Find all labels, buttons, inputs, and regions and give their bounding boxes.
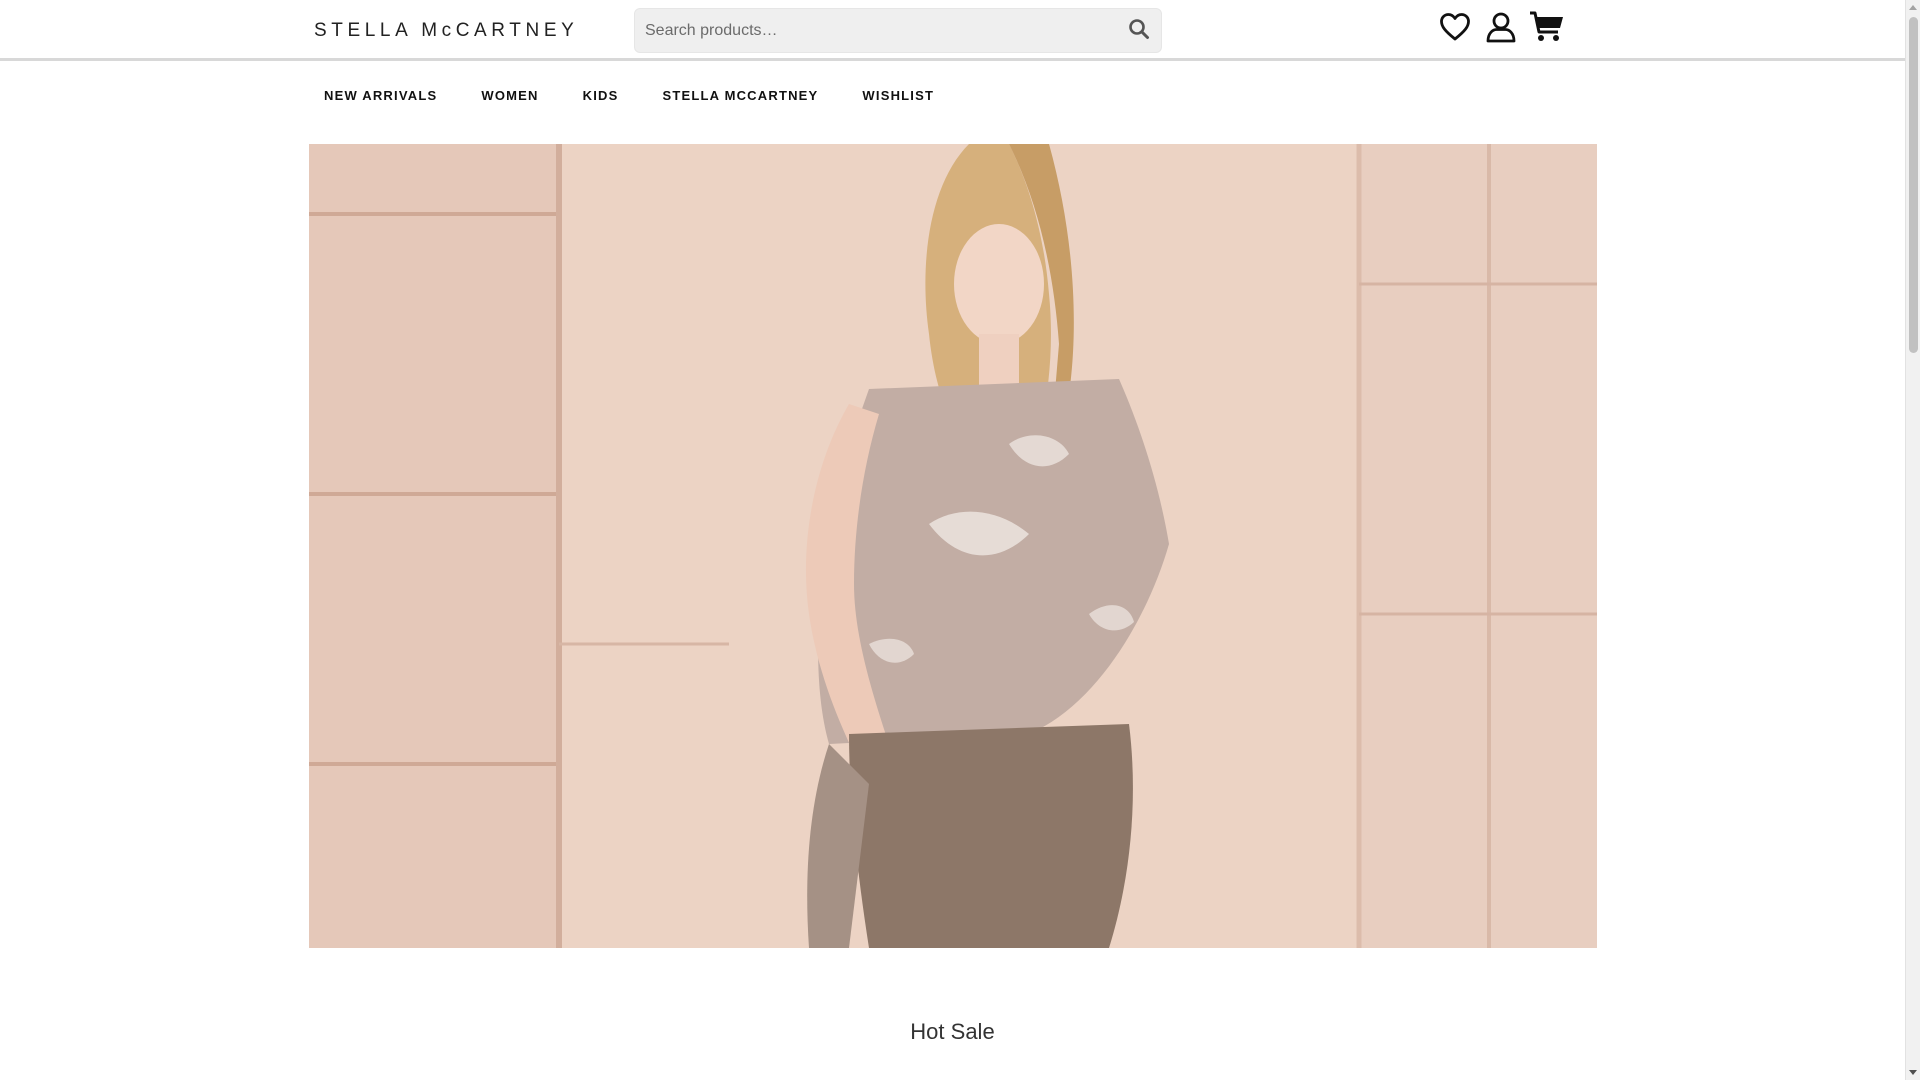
nav-women[interactable]: WOMEN — [465, 88, 554, 103]
user-icon — [1485, 11, 1517, 48]
hero-image — [309, 144, 1597, 948]
cart-icon — [1529, 11, 1565, 48]
brand-logo-text: STELLA McCARTNEY — [314, 20, 579, 41]
main-nav: NEW ARRIVALS WOMEN KIDS STELLA MCCARTNEY… — [308, 78, 962, 112]
nav-stella-mccartney[interactable]: STELLA MCCARTNEY — [646, 88, 834, 103]
section-title-hot-sale: Hot Sale — [910, 1019, 995, 1044]
hero-banner[interactable] — [309, 144, 1597, 948]
header-actions — [1438, 11, 1565, 48]
heart-icon — [1439, 12, 1471, 47]
cart-button[interactable] — [1529, 11, 1565, 48]
nav-new-arrivals[interactable]: NEW ARRIVALS — [308, 88, 453, 103]
site-header: STELLA McCARTNEY — [0, 0, 1905, 61]
brand-logo[interactable]: STELLA McCARTNEY — [314, 18, 574, 44]
account-button[interactable] — [1484, 12, 1518, 46]
scroll-down-arrow[interactable] — [1909, 1070, 1917, 1075]
nav-wishlist[interactable]: WISHLIST — [846, 88, 950, 103]
nav-kids[interactable]: KIDS — [567, 88, 635, 103]
search-icon — [1128, 18, 1150, 45]
wishlist-button[interactable] — [1438, 12, 1472, 46]
page-scrollbar[interactable] — [1905, 0, 1920, 1080]
search-input[interactable] — [645, 9, 1085, 52]
search-bar — [634, 8, 1162, 53]
search-button[interactable] — [1123, 16, 1155, 46]
scroll-thumb[interactable] — [1909, 17, 1918, 353]
scroll-up-arrow[interactable] — [1909, 5, 1917, 10]
